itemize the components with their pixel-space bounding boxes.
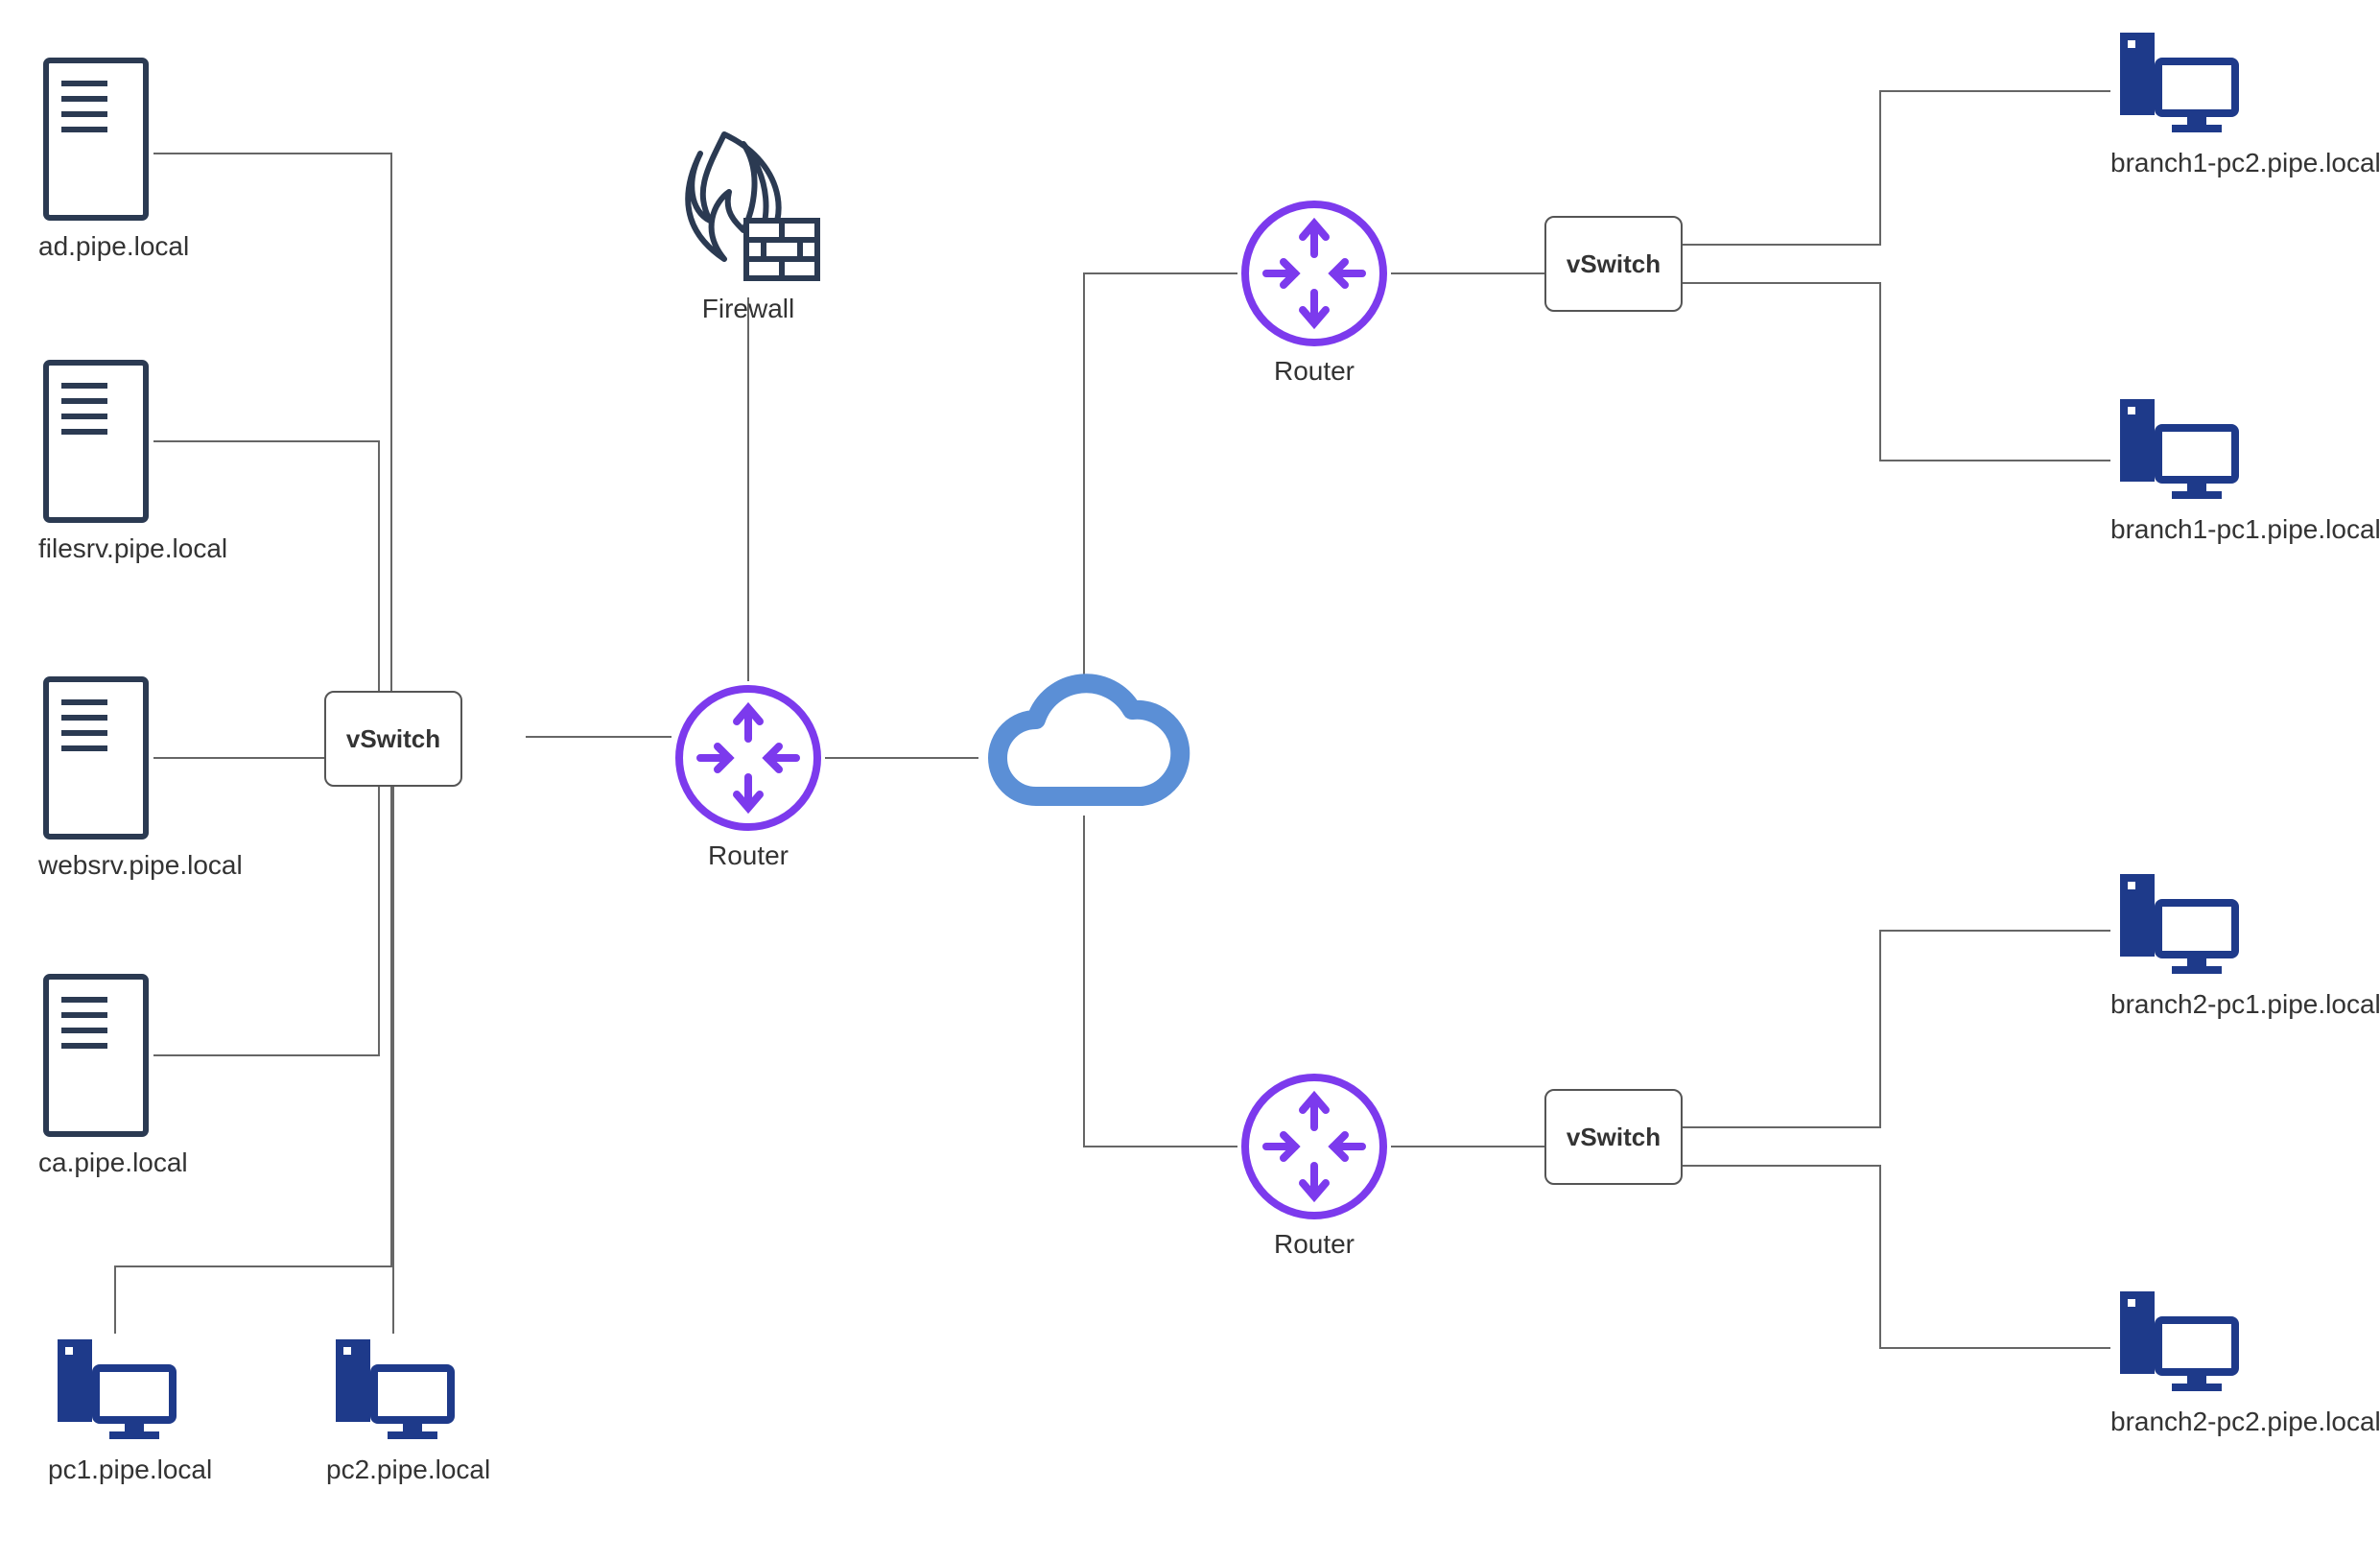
pc2[interactable]: pc2.pipe.local — [326, 1334, 490, 1485]
branch2-pc1[interactable]: branch2-pc1.pipe.local — [2110, 868, 2380, 1020]
branch1-pc2[interactable]: branch1-pc2.pipe.local — [2110, 27, 2380, 178]
server-filesrv[interactable]: filesrv.pipe.local — [38, 355, 227, 564]
pc2-label: pc2.pipe.local — [326, 1455, 490, 1485]
workstation-icon — [2110, 1286, 2245, 1401]
router-branch2[interactable]: Router — [1237, 1070, 1391, 1260]
firewall-label: Firewall — [672, 294, 825, 324]
router-main-label: Router — [672, 840, 825, 871]
pc1-label: pc1.pipe.local — [48, 1455, 212, 1485]
firewall[interactable]: Firewall — [672, 125, 825, 324]
switch-icon: vSwitch — [1544, 1089, 1683, 1185]
server-icon — [38, 355, 153, 528]
switch-icon: vSwitch — [324, 691, 462, 787]
vswitch-main-label: vSwitch — [346, 724, 440, 754]
server-icon — [38, 53, 153, 225]
firewall-icon — [672, 125, 825, 288]
switch-icon: vSwitch — [1544, 216, 1683, 312]
diagram-canvas: ad.pipe.local filesrv.pipe.local websrv.… — [0, 0, 2380, 1561]
router-branch1[interactable]: Router — [1237, 197, 1391, 387]
vswitch-branch1-label: vSwitch — [1567, 249, 1661, 279]
router-branch2-label: Router — [1237, 1229, 1391, 1260]
cloud-icon — [969, 672, 1199, 835]
server-ad[interactable]: ad.pipe.local — [38, 53, 189, 262]
server-websrv[interactable]: websrv.pipe.local — [38, 672, 243, 881]
branch2-pc1-label: branch2-pc1.pipe.local — [2110, 989, 2380, 1020]
branch1-pc2-label: branch1-pc2.pipe.local — [2110, 148, 2380, 178]
workstation-icon — [2110, 27, 2245, 142]
branch2-pc2-label: branch2-pc2.pipe.local — [2110, 1407, 2380, 1437]
server-ca[interactable]: ca.pipe.local — [38, 969, 188, 1178]
server-icon — [38, 969, 153, 1142]
router-icon — [1237, 197, 1391, 350]
workstation-icon — [326, 1334, 460, 1449]
router-main[interactable]: Router — [672, 681, 825, 871]
vswitch-main[interactable]: vSwitch — [324, 691, 462, 787]
branch2-pc2[interactable]: branch2-pc2.pipe.local — [2110, 1286, 2380, 1437]
workstation-icon — [2110, 393, 2245, 509]
cloud[interactable] — [969, 672, 1199, 835]
branch1-pc1-label: branch1-pc1.pipe.local — [2110, 514, 2380, 545]
router-icon — [1237, 1070, 1391, 1223]
server-websrv-label: websrv.pipe.local — [38, 850, 243, 881]
router-branch1-label: Router — [1237, 356, 1391, 387]
branch1-pc1[interactable]: branch1-pc1.pipe.local — [2110, 393, 2380, 545]
server-icon — [38, 672, 153, 844]
pc1[interactable]: pc1.pipe.local — [48, 1334, 212, 1485]
server-filesrv-label: filesrv.pipe.local — [38, 533, 227, 564]
vswitch-branch2-label: vSwitch — [1567, 1123, 1661, 1152]
router-icon — [672, 681, 825, 835]
vswitch-branch2[interactable]: vSwitch — [1544, 1089, 1683, 1185]
server-ca-label: ca.pipe.local — [38, 1147, 188, 1178]
vswitch-branch1[interactable]: vSwitch — [1544, 216, 1683, 312]
workstation-icon — [48, 1334, 182, 1449]
server-ad-label: ad.pipe.local — [38, 231, 189, 262]
workstation-icon — [2110, 868, 2245, 983]
